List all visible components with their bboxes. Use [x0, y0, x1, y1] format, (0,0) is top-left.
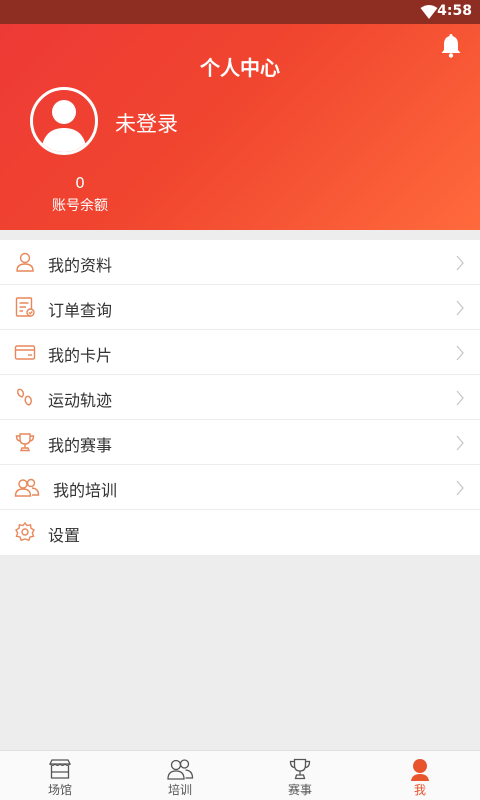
user-icon	[16, 252, 34, 272]
status-bar: 4:58	[0, 0, 480, 24]
balance-label: 账号余额	[52, 198, 108, 214]
page-title: 个人中心	[200, 56, 280, 80]
group-icon	[14, 478, 40, 497]
group-icon	[167, 759, 194, 780]
chevron-right-icon	[456, 345, 464, 361]
trophy-icon	[289, 758, 311, 780]
menu-item-label: 设置	[48, 526, 81, 545]
venue-icon	[48, 759, 72, 779]
chevron-right-icon	[456, 435, 464, 451]
me-icon	[411, 759, 429, 781]
tab-label: 场馆	[47, 783, 72, 797]
menu-item-training[interactable]: 我的培训	[0, 465, 480, 510]
tab-training[interactable]: 培训	[120, 751, 240, 800]
tab-venue[interactable]: 场馆	[0, 751, 120, 800]
tab-label: 赛事	[287, 783, 312, 797]
status-time: 4:58	[437, 3, 472, 19]
chevron-right-icon	[456, 300, 464, 316]
tab-label: 培训	[167, 783, 192, 797]
wifi-icon	[420, 5, 438, 19]
menu-item-label: 订单查询	[48, 301, 113, 320]
balance-value: 0	[75, 174, 85, 192]
card-icon	[14, 345, 36, 360]
footprint-icon	[17, 388, 32, 406]
bell-icon[interactable]	[440, 34, 462, 58]
menu-item-events[interactable]: 我的赛事	[0, 420, 480, 465]
menu-item-label: 我的培训	[53, 481, 118, 500]
menu-item-tracks[interactable]: 运动轨迹	[0, 375, 480, 420]
chevron-right-icon	[456, 255, 464, 271]
tab-me[interactable]: 我	[360, 751, 480, 800]
menu-list: 我的资料 订单查询 我的卡片 运动轨迹 我的赛事 我的培训 设置	[0, 240, 480, 555]
chevron-right-icon	[456, 390, 464, 406]
menu-item-label: 运动轨迹	[48, 391, 113, 410]
menu-item-label: 我的卡片	[48, 346, 113, 365]
login-status[interactable]: 未登录	[115, 108, 178, 138]
avatar[interactable]	[30, 87, 98, 155]
order-list-icon	[15, 297, 35, 317]
menu-item-settings[interactable]: 设置	[0, 510, 480, 555]
chevron-right-icon	[456, 480, 464, 496]
menu-item-label: 我的资料	[48, 256, 113, 275]
menu-item-cards[interactable]: 我的卡片	[0, 330, 480, 375]
trophy-icon	[15, 433, 35, 452]
bottom-tab-bar: 场馆 培训 赛事 我	[0, 750, 480, 800]
menu-item-orders[interactable]: 订单查询	[0, 285, 480, 330]
tab-events[interactable]: 赛事	[240, 751, 360, 800]
tab-label: 我	[413, 783, 426, 797]
gear-icon	[15, 521, 35, 542]
menu-item-profile[interactable]: 我的资料	[0, 240, 480, 285]
default-avatar-icon	[41, 100, 87, 152]
menu-item-label: 我的赛事	[48, 436, 113, 455]
profile-header: 个人中心 未登录 0 账号余额	[0, 24, 480, 230]
